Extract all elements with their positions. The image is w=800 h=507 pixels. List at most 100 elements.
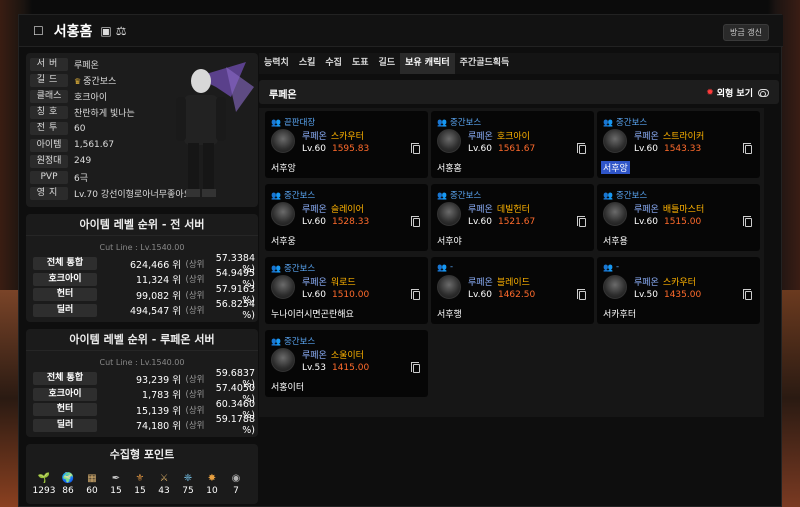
profile-value: 호크아이 — [74, 92, 108, 103]
tab-5[interactable]: 보유 캐릭터 — [400, 53, 455, 74]
character-item-level: 1415.00 — [331, 363, 370, 373]
character-level-line: Lv.60 1543.33 — [634, 144, 701, 154]
character-level-line: Lv.60 1510.00 — [302, 290, 369, 300]
character-server: 루페온 — [634, 132, 659, 142]
character-card[interactable]: 👥 중간보스 루페온 스트라이커 Lv.60 1543.33 서후앙 — [597, 111, 760, 178]
profile-row: 클래스 호크아이 — [30, 89, 107, 103]
id-card-icon[interactable]: ▣ — [100, 24, 111, 38]
character-avatar — [271, 129, 295, 153]
copy-icon[interactable] — [743, 216, 752, 227]
scale-icon[interactable]: ⚖ — [116, 24, 127, 38]
rank-value: 11,324 위 — [135, 275, 181, 287]
character-level: Lv.60 — [302, 144, 326, 154]
world-tree-leaf-icon: ❈ — [183, 473, 193, 484]
collect-item[interactable]: ⚔ 43 — [152, 472, 176, 496]
character-class-line: 루페온 블레이드 — [468, 275, 530, 288]
tab-6[interactable]: 주간골드획득 — [455, 53, 515, 74]
profile-label: 원정대 — [30, 154, 68, 168]
character-name[interactable]: 누나이러시면곤란해요 — [271, 307, 354, 320]
rank-sub: (상위 — [185, 405, 205, 416]
character-name[interactable]: 서후야 — [437, 234, 462, 247]
people-icon: 👥 — [603, 190, 613, 200]
rank-percent: 56.8254 %) — [215, 299, 255, 322]
copy-icon[interactable] — [411, 216, 420, 227]
collect-value: 75 — [182, 486, 194, 496]
character-level: Lv.60 — [468, 290, 492, 300]
copy-icon[interactable] — [577, 216, 586, 227]
character-class: 스카우터 — [330, 132, 364, 142]
tab-0[interactable]: 능력치 — [259, 53, 294, 74]
character-item-level: 1528.33 — [331, 217, 370, 227]
character-server: 루페온 — [634, 205, 659, 215]
rank-sub: (상위 — [185, 374, 205, 385]
copy-icon[interactable] — [743, 143, 752, 154]
copy-icon[interactable] — [411, 289, 420, 300]
character-server: 루페온 — [302, 351, 327, 361]
character-level-line: Lv.60 1528.33 — [302, 217, 369, 227]
character-name[interactable]: 서후앙 — [601, 161, 630, 174]
character-server: 루페온 — [468, 205, 493, 215]
character-card[interactable]: 👥 중간보스 루페온 슬레이어 Lv.60 1528.33 서후웅 — [265, 184, 428, 251]
bookmark-icon[interactable]: ☐ — [33, 24, 44, 38]
collect-item[interactable]: ◉ 7 — [224, 472, 248, 496]
tab-1[interactable]: 스킬 — [294, 53, 321, 74]
profile-label: 서버 — [30, 57, 68, 71]
copy-icon[interactable] — [743, 289, 752, 300]
character-name[interactable]: 서카후터 — [603, 307, 636, 320]
character-card[interactable]: 👥 중간보스 루페온 호크아이 Lv.60 1561.67 서홍홈 — [431, 111, 594, 178]
copy-icon[interactable] — [577, 289, 586, 300]
character-card[interactable]: 👥 - 루페온 블레이드 Lv.60 1462.50 서후행 — [431, 257, 594, 324]
character-title: 서홍홈 — [53, 23, 93, 40]
collect-item[interactable]: ✸ 10 — [200, 472, 224, 496]
collect-item[interactable]: ⚜ 15 — [128, 472, 152, 496]
character-level-line: Lv.50 1435.00 — [634, 290, 701, 300]
tab-2[interactable]: 수집 — [320, 53, 347, 74]
profile-label: 전투 — [30, 122, 68, 136]
collect-value: 15 — [134, 486, 146, 496]
rank-all-cutline: Cut Line : Lv.1540.00 — [99, 243, 185, 252]
character-name[interactable]: 서후웅 — [271, 234, 296, 247]
character-class: 소울이터 — [330, 351, 364, 361]
character-name[interactable]: 서후앙 — [271, 161, 296, 174]
character-card[interactable]: 👥 중간보스 루페온 워로드 Lv.60 1510.00 누나이러시면곤란해요 — [265, 257, 428, 324]
character-name[interactable]: 서후용 — [603, 234, 628, 247]
rank-row: 딜러 494,547 위 (상위 56.8254 %) — [26, 299, 258, 321]
character-class-line: 루페온 스카우터 — [634, 275, 696, 288]
character-item-level: 1435.00 — [663, 290, 702, 300]
character-class-line: 루페온 호크아이 — [468, 129, 530, 142]
rank-sub: (상위 — [185, 421, 205, 432]
character-class: 스트라이커 — [662, 132, 705, 142]
appearance-toggle[interactable]: ✹ 외형 보기 — [706, 86, 769, 99]
character-card[interactable]: 👥 중간보스 루페온 배틀마스터 Lv.60 1515.00 서후용 — [597, 184, 760, 251]
collect-value: 7 — [233, 486, 239, 496]
tab-4[interactable]: 길드 — [374, 53, 401, 74]
refresh-button[interactable]: 방금 갱신 — [723, 24, 769, 41]
collect-item[interactable]: 🌱 1293 — [32, 472, 56, 496]
island-heart-icon: 🌍 — [61, 473, 75, 484]
toggle-switch-icon[interactable] — [758, 88, 769, 97]
character-server: 루페온 — [634, 278, 659, 288]
copy-icon[interactable] — [577, 143, 586, 154]
collect-item[interactable]: ❈ 75 — [176, 472, 200, 496]
character-card[interactable]: 👥 중간보스 루페온 데빌헌터 Lv.60 1521.67 서후야 — [431, 184, 594, 251]
character-name[interactable]: 서홍이터 — [271, 380, 304, 393]
character-class: 배틀마스터 — [662, 205, 705, 215]
collect-item[interactable]: ▦ 60 — [80, 472, 104, 496]
character-name[interactable]: 서후행 — [437, 307, 462, 320]
character-name[interactable]: 서홍홈 — [437, 161, 462, 174]
tab-3[interactable]: 도표 — [347, 53, 374, 74]
character-item-level: 1462.50 — [497, 290, 536, 300]
character-card[interactable]: 👥 중간보스 루페온 소울이터 Lv.53 1415.00 서홍이터 — [265, 330, 428, 397]
rank-value: 494,547 위 — [129, 306, 181, 318]
guild-role: 👥 중간보스 — [437, 190, 482, 202]
copy-icon[interactable] — [411, 143, 420, 154]
collect-item[interactable]: ✒ 15 — [104, 472, 128, 496]
collect-item[interactable]: 🌍 86 — [56, 472, 80, 496]
sun-icon: ✹ — [706, 87, 714, 98]
character-item-level: 1561.67 — [497, 144, 536, 154]
character-card[interactable]: 👥 끝판대장 루페온 스카우터 Lv.60 1595.83 서후앙 — [265, 111, 428, 178]
orpheus-star-icon: ⚔ — [159, 473, 169, 484]
character-card[interactable]: 👥 - 루페온 스카우터 Lv.50 1435.00 서카후터 — [597, 257, 760, 324]
copy-icon[interactable] — [411, 362, 420, 373]
character-class-line: 루페온 데빌헌터 — [468, 202, 530, 215]
